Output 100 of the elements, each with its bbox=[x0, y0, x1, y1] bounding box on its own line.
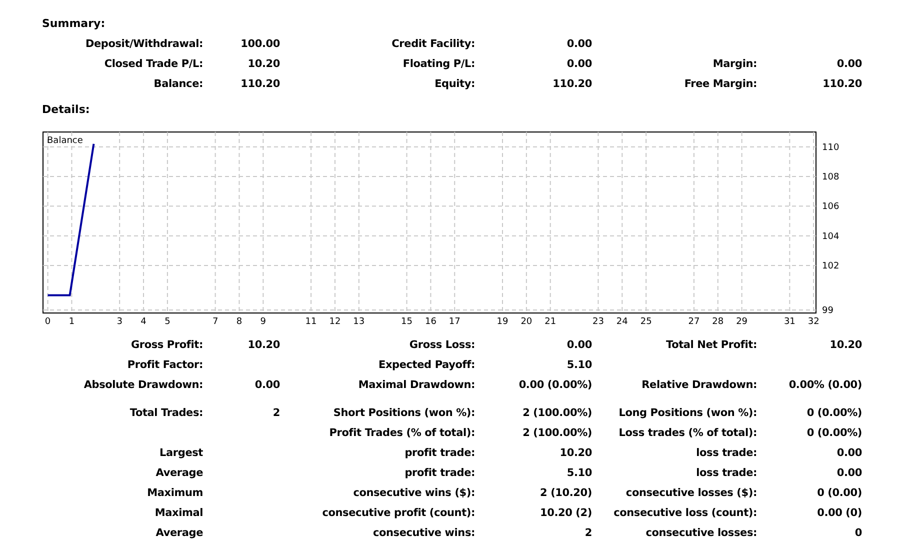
stat-label: Relative Drawdown: bbox=[640, 379, 757, 391]
stat-label: Gross Loss: bbox=[408, 339, 475, 351]
stat-value: 10.20 (2) bbox=[539, 507, 592, 519]
y-tick-label: 106 bbox=[822, 202, 840, 212]
x-tick-label: 8 bbox=[236, 317, 242, 327]
stat-label: Profit Factor: bbox=[126, 359, 203, 371]
stat-value: 5.10 bbox=[566, 359, 592, 371]
x-tick-label: 24 bbox=[616, 317, 628, 327]
stat-label: Floating P/L: bbox=[402, 58, 475, 70]
y-tick-label: 110 bbox=[822, 142, 840, 153]
stat-label: Long Positions (won %): bbox=[618, 407, 757, 419]
stat-value: 0.00 bbox=[566, 58, 592, 70]
stat-label: Maximal bbox=[154, 507, 203, 519]
stat-label: Largest bbox=[158, 447, 203, 459]
x-tick-label: 9 bbox=[260, 317, 266, 327]
x-tick-label: 16 bbox=[424, 317, 436, 327]
stat-label: consecutive wins ($): bbox=[352, 487, 475, 499]
y-tick-label: 102 bbox=[822, 262, 840, 272]
x-tick-label: 12 bbox=[329, 317, 341, 327]
stat-value: 10.20 bbox=[246, 58, 280, 70]
stat-value: 0.00% (0.00) bbox=[788, 379, 862, 391]
stat-label: Equity: bbox=[434, 78, 475, 90]
stat-value: 0.00 bbox=[254, 379, 280, 391]
x-tick-label: 17 bbox=[448, 317, 460, 327]
stat-label: loss trade: bbox=[695, 447, 757, 459]
stat-value: 2 (100.00%) bbox=[522, 407, 592, 419]
x-tick-label: 11 bbox=[305, 317, 317, 327]
stat-value: 10.20 bbox=[246, 339, 280, 351]
stat-label: profit trade: bbox=[404, 467, 475, 479]
stat-value: 0.00 bbox=[566, 38, 592, 50]
stat-value: 0.00 (0.00%) bbox=[518, 379, 592, 391]
stat-value: 0.00 bbox=[836, 467, 862, 479]
stat-value: 0.00 bbox=[836, 447, 862, 459]
stat-label: consecutive wins: bbox=[372, 527, 475, 539]
x-tick-label: 20 bbox=[520, 317, 532, 327]
stat-label: consecutive losses: bbox=[644, 527, 757, 539]
stat-label: Maximal Drawdown: bbox=[357, 379, 475, 391]
stat-label: Balance: bbox=[152, 78, 203, 90]
x-tick-label: 21 bbox=[544, 317, 556, 327]
stat-label: profit trade: bbox=[404, 447, 475, 459]
x-tick-label: 4 bbox=[140, 317, 146, 327]
stat-label: Maximum bbox=[146, 487, 203, 499]
x-tick-label: 31 bbox=[784, 317, 796, 327]
stat-label: Total Trades: bbox=[128, 407, 203, 419]
stat-label: Loss trades (% of total): bbox=[618, 427, 757, 439]
series-legend: Balance bbox=[47, 136, 83, 146]
stat-label: Closed Trade P/L: bbox=[103, 58, 203, 70]
x-tick-label: 23 bbox=[592, 317, 604, 327]
stat-value: 10.20 bbox=[558, 447, 592, 459]
y-tick-label: 108 bbox=[822, 172, 840, 182]
stat-value: 110.20 bbox=[552, 78, 592, 90]
stat-label: loss trade: bbox=[695, 467, 757, 479]
stat-value: 110.20 bbox=[240, 78, 280, 90]
x-tick-label: 29 bbox=[736, 317, 748, 327]
x-tick-label: 15 bbox=[401, 317, 412, 327]
stat-label: consecutive profit (count): bbox=[321, 507, 475, 519]
stat-label: Credit Facility: bbox=[390, 38, 475, 50]
stat-label: Deposit/Withdrawal: bbox=[84, 38, 203, 50]
stat-value: 2 (100.00%) bbox=[522, 427, 592, 439]
stat-value: 10.20 bbox=[828, 339, 862, 351]
x-tick-label: 13 bbox=[353, 317, 365, 327]
x-tick-label: 3 bbox=[116, 317, 122, 327]
stat-label: Expected Payoff: bbox=[378, 359, 475, 371]
stat-label: Short Positions (won %): bbox=[332, 407, 475, 419]
stat-label: Absolute Drawdown: bbox=[82, 379, 203, 391]
stat-label: Margin: bbox=[712, 58, 757, 70]
stat-value: 0 (0.00%) bbox=[806, 407, 862, 419]
x-tick-label: 32 bbox=[808, 317, 820, 327]
stat-value: 110.20 bbox=[822, 78, 862, 90]
x-tick-label: 1 bbox=[68, 317, 75, 327]
y-tick-label: 104 bbox=[822, 232, 840, 242]
x-tick-label: 7 bbox=[212, 317, 218, 327]
stat-value: 0.00 bbox=[566, 339, 592, 351]
stat-value: 2 bbox=[584, 527, 592, 539]
stat-label: Gross Profit: bbox=[130, 339, 203, 351]
stat-value: 2 bbox=[272, 407, 280, 419]
section-heading: Details: bbox=[41, 102, 91, 118]
x-tick-label: 27 bbox=[688, 317, 700, 327]
stat-label: consecutive loss (count): bbox=[612, 507, 757, 519]
y-tick-label: 99 bbox=[822, 306, 834, 316]
stat-value: 5.10 bbox=[566, 467, 592, 479]
x-tick-label: 0 bbox=[44, 317, 51, 327]
x-tick-label: 25 bbox=[640, 317, 652, 327]
stat-value: 0 (0.00%) bbox=[806, 427, 862, 439]
stat-label: Average bbox=[154, 527, 203, 539]
stat-label: Profit Trades (% of total): bbox=[328, 427, 475, 439]
stat-value: 0.00 bbox=[836, 58, 862, 70]
stat-label: Total Net Profit: bbox=[665, 339, 757, 351]
section-heading: Summary: bbox=[41, 16, 106, 32]
stat-label: Free Margin: bbox=[683, 78, 757, 90]
x-tick-label: 5 bbox=[164, 317, 170, 327]
x-tick-label: 19 bbox=[496, 317, 508, 327]
stat-value: 2 (10.20) bbox=[539, 487, 592, 499]
stat-value: 100.00 bbox=[240, 38, 280, 50]
stat-value: 0.00 (0) bbox=[816, 507, 862, 519]
stat-value: 0 bbox=[854, 527, 862, 539]
x-tick-label: 28 bbox=[712, 317, 724, 327]
stat-label: Average bbox=[154, 467, 203, 479]
stat-label: consecutive losses ($): bbox=[624, 487, 757, 499]
stat-value: 0 (0.00) bbox=[816, 487, 862, 499]
